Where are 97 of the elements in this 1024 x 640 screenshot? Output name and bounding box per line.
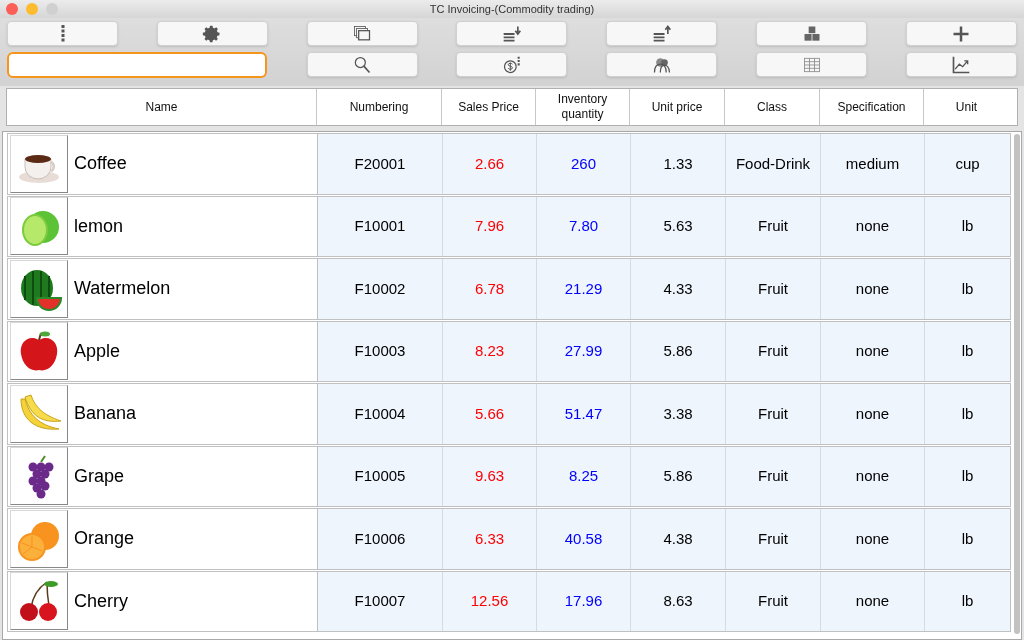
table-cell-text: 7.80 bbox=[568, 216, 599, 236]
table-cell-text: cup bbox=[955, 153, 980, 174]
table-cell-text: 4.38 bbox=[663, 528, 693, 549]
table-cell-text: F10007 bbox=[354, 591, 406, 611]
table-cell-text: 5.63 bbox=[663, 216, 693, 236]
scrollbar[interactable] bbox=[1014, 134, 1020, 634]
table-cell-text: Fruit bbox=[758, 528, 788, 549]
window-title: TC Invoicing-(Commodity trading) bbox=[429, 1, 595, 17]
table-cell-text: 12.56 bbox=[470, 591, 509, 611]
copy-button[interactable] bbox=[306, 21, 418, 46]
column-header[interactable]: Unit bbox=[955, 99, 978, 115]
table-cell-text: F10003 bbox=[354, 341, 406, 361]
table-cell-text: 5.86 bbox=[663, 341, 693, 361]
table-cell-text: none bbox=[855, 341, 890, 361]
product-name: lemon bbox=[74, 214, 124, 238]
table-cell-text: 8.63 bbox=[663, 591, 693, 611]
table-cell-text: 40.58 bbox=[564, 528, 603, 549]
dollar-coin-icon bbox=[502, 54, 522, 75]
table-cell-text: lb bbox=[961, 528, 974, 549]
product-name: Orange bbox=[74, 527, 135, 551]
table-cell-text: Food-Drink bbox=[735, 153, 811, 174]
table-cell-text: lb bbox=[961, 403, 974, 424]
product-name: Cherry bbox=[74, 589, 128, 613]
table-cell-text: 5.66 bbox=[474, 403, 505, 424]
product-name: Coffee bbox=[74, 152, 127, 176]
settings-icon bbox=[202, 23, 223, 44]
product-name: Watermelon bbox=[74, 277, 171, 301]
table-cell-text: 27.99 bbox=[564, 341, 603, 361]
table-cell-text: 6.33 bbox=[474, 528, 505, 549]
table-cell-text: Fruit bbox=[758, 403, 788, 424]
table-cell-text: 51.47 bbox=[564, 403, 603, 424]
table-cell-text: medium bbox=[845, 153, 900, 174]
line-chart-icon bbox=[951, 54, 972, 75]
column-header[interactable]: Numbering bbox=[349, 99, 409, 115]
column-header[interactable]: Specification bbox=[837, 99, 906, 115]
table-cell-text: none bbox=[855, 466, 890, 486]
table-cell-text: F10006 bbox=[354, 528, 406, 549]
column-header[interactable]: Name bbox=[145, 99, 178, 115]
search-icon bbox=[352, 54, 373, 75]
table-cell-text: lb bbox=[961, 591, 974, 611]
table-cell-text: Fruit bbox=[758, 341, 788, 361]
table-cell-text: 2.66 bbox=[474, 153, 505, 174]
table-cell-text: F20001 bbox=[354, 153, 406, 174]
table-cell-text: F10005 bbox=[354, 466, 406, 486]
price-button[interactable] bbox=[456, 52, 568, 77]
customers-button[interactable] bbox=[606, 52, 718, 77]
product-image-button[interactable] bbox=[10, 134, 68, 193]
column-header[interactable]: Unit price bbox=[651, 99, 703, 115]
table-cell-text: 9.63 bbox=[474, 466, 505, 486]
stock-button[interactable] bbox=[756, 21, 868, 46]
table-button[interactable] bbox=[756, 52, 868, 77]
table-cell-text: none bbox=[855, 528, 890, 549]
add-button[interactable] bbox=[905, 21, 1017, 46]
table-cell-text: none bbox=[855, 591, 890, 611]
table-cell-text: 8.25 bbox=[568, 466, 599, 486]
table-cell-text: F10002 bbox=[354, 278, 406, 299]
table-cell-text: 21.29 bbox=[564, 278, 603, 299]
product-name: Grape bbox=[74, 464, 125, 488]
sort-down-button[interactable] bbox=[456, 21, 568, 46]
column-header[interactable]: Sales Price bbox=[458, 99, 519, 115]
product-name: Apple bbox=[74, 339, 121, 363]
table-cell-text: 1.33 bbox=[663, 153, 693, 174]
settings-button[interactable] bbox=[156, 21, 268, 46]
table-cell-text: 6.78 bbox=[474, 278, 505, 299]
table-cell-text: Fruit bbox=[758, 466, 788, 486]
table-cell-text: Fruit bbox=[758, 216, 788, 236]
table-cell-text: lb bbox=[961, 341, 974, 361]
table-cell-text: 8.23 bbox=[474, 341, 505, 361]
product-image-button[interactable] bbox=[10, 447, 68, 506]
table-cell-text: lb bbox=[961, 466, 974, 486]
table-cell-text: 3.38 bbox=[663, 403, 693, 424]
sort-up-button[interactable] bbox=[606, 21, 718, 46]
column-header[interactable]: Class bbox=[757, 99, 787, 115]
column-header[interactable]: Inventory quantity bbox=[536, 92, 629, 122]
product-name: Banana bbox=[74, 402, 137, 426]
table-cell-text: lb bbox=[961, 278, 974, 299]
product-image-button[interactable] bbox=[10, 322, 68, 381]
table-cell-text: none bbox=[855, 403, 890, 424]
close-button[interactable] bbox=[6, 3, 18, 15]
table-cell-text: 4.33 bbox=[663, 278, 693, 299]
table-cell-text: Fruit bbox=[758, 278, 788, 299]
table-cell-text: 7.96 bbox=[474, 216, 505, 236]
table-cell-text: F10004 bbox=[354, 403, 406, 424]
product-image-button[interactable] bbox=[10, 259, 68, 318]
search-field[interactable] bbox=[7, 52, 267, 78]
table-cell-text: 5.86 bbox=[663, 466, 693, 486]
table-cell-text: none bbox=[855, 216, 890, 236]
table-cell-text: F10001 bbox=[354, 216, 406, 236]
table-cell-text: 260 bbox=[571, 153, 596, 174]
table-cell-text: lb bbox=[961, 216, 974, 236]
product-image-button[interactable] bbox=[10, 572, 68, 631]
list-up-arrow-icon bbox=[651, 23, 672, 44]
table-cell-text: 17.96 bbox=[564, 591, 603, 611]
table-cell-text: none bbox=[855, 278, 890, 299]
chart-button[interactable] bbox=[905, 52, 1017, 77]
search-button[interactable] bbox=[306, 52, 418, 77]
table-cell-text: Fruit bbox=[758, 591, 788, 611]
